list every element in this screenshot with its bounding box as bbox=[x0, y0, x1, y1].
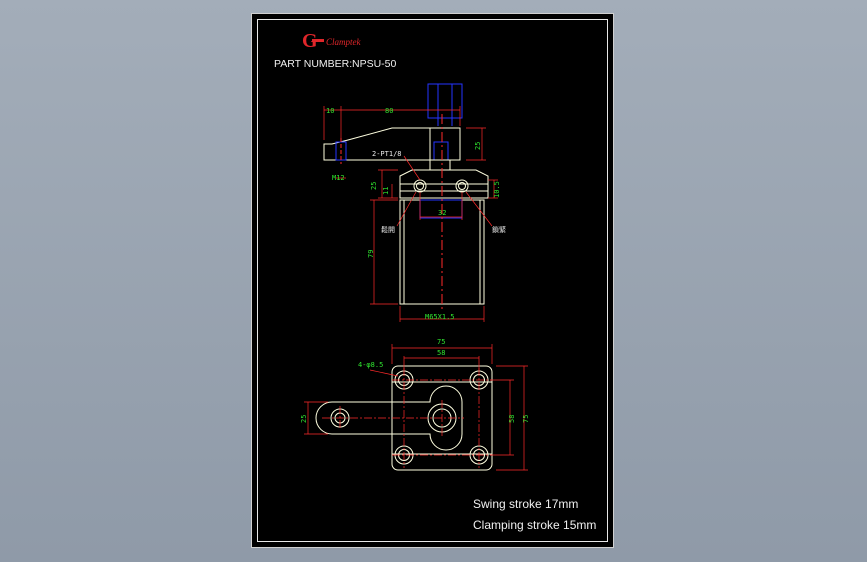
top-view-centerlines bbox=[322, 368, 492, 468]
neck bbox=[429, 159, 451, 171]
swing-stroke: Swing stroke 17mm bbox=[473, 497, 578, 511]
dim-thread: M65X1.5 bbox=[425, 313, 455, 321]
unclamp-note: 鬆開 bbox=[381, 225, 395, 234]
dim-32: 32 bbox=[438, 209, 446, 217]
dim-25-left: 25 bbox=[370, 182, 378, 190]
logo-bar bbox=[312, 39, 324, 42]
dim-25-right: 25 bbox=[474, 142, 482, 150]
side-view-dimensions bbox=[323, 106, 498, 322]
clamptek-logo: G Clamptek bbox=[302, 30, 361, 52]
dim-m12: M12 bbox=[332, 174, 345, 182]
dim-75-top: 75 bbox=[437, 338, 445, 346]
hidden-top-block bbox=[427, 83, 463, 119]
port-left bbox=[413, 179, 427, 193]
clamping-stroke: Clamping stroke 15mm bbox=[473, 518, 596, 532]
cad-drawing: G Clamptek PART NUMBER: NPSU-50 10 80 25… bbox=[274, 30, 596, 532]
clamp-note: 鎖緊 bbox=[492, 225, 506, 234]
logo-brand-text: Clamptek bbox=[326, 37, 361, 47]
part-number-value: NPSU-50 bbox=[352, 58, 397, 70]
dim-79: 79 bbox=[367, 250, 375, 258]
side-view bbox=[323, 83, 489, 310]
dim-58: 58 bbox=[437, 349, 445, 357]
dim-10: 10 bbox=[326, 107, 334, 115]
port-label: 2-PT1/8 bbox=[372, 150, 402, 158]
drawing-sheet: G Clamptek PART NUMBER: NPSU-50 10 80 25… bbox=[251, 13, 614, 548]
dim-10-5: 10.5 bbox=[493, 181, 501, 198]
dim-58-side: 58 bbox=[508, 415, 516, 423]
dim-80: 80 bbox=[385, 107, 393, 115]
port-right bbox=[455, 179, 469, 193]
dim-11: 11 bbox=[382, 187, 390, 195]
hidden-pin bbox=[433, 141, 449, 161]
dim-75-side: 75 bbox=[522, 415, 530, 423]
top-view-dimensions bbox=[304, 344, 528, 471]
dim-holes: 4-φ8.5 bbox=[358, 361, 383, 369]
dim-25-top: 25 bbox=[300, 415, 308, 423]
part-number-label: PART NUMBER: bbox=[274, 58, 352, 70]
